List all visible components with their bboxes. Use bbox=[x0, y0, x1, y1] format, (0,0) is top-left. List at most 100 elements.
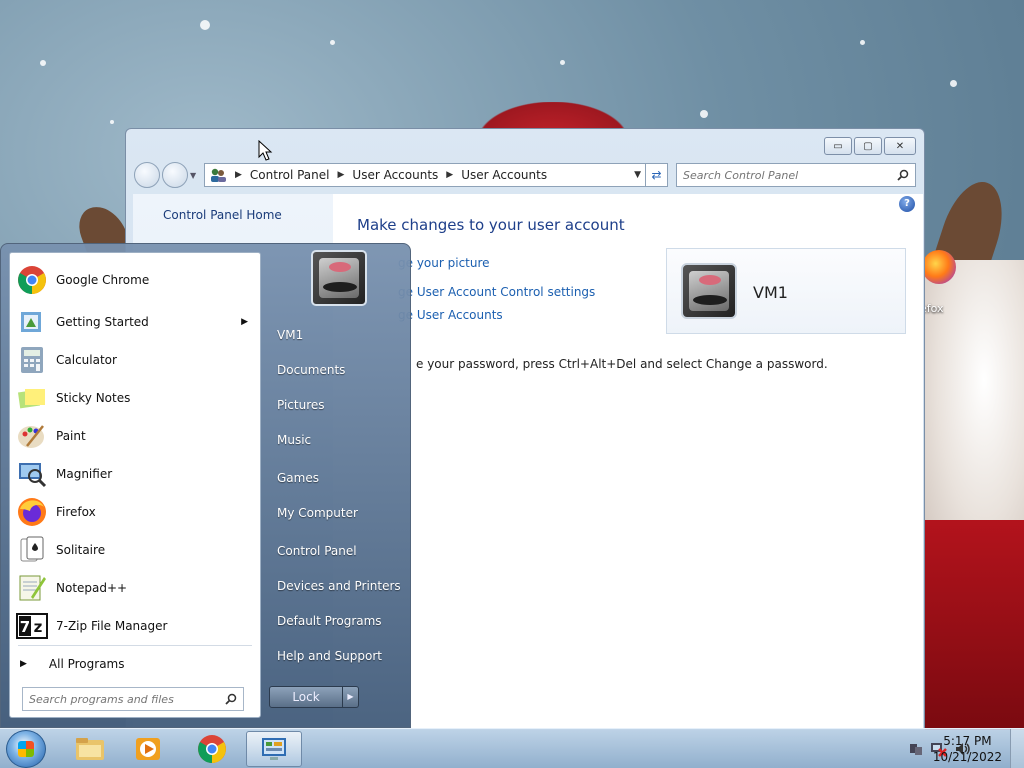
places-devices-printers[interactable]: Devices and Printers bbox=[277, 579, 401, 593]
program-google-chrome[interactable]: Google Chrome bbox=[12, 261, 258, 299]
taskbar-control-panel[interactable] bbox=[246, 731, 302, 767]
search-icon[interactable] bbox=[225, 693, 237, 705]
page-title: Make changes to your user account bbox=[357, 216, 625, 234]
firefox-desktop-icon[interactable] bbox=[922, 250, 956, 284]
control-panel-icon bbox=[262, 738, 286, 760]
program-solitaire[interactable]: Solitaire bbox=[12, 531, 258, 569]
user-avatar[interactable] bbox=[311, 250, 367, 306]
program-label: 7-Zip File Manager bbox=[56, 619, 168, 633]
program-paint[interactable]: Paint bbox=[12, 417, 258, 455]
program-label: Firefox bbox=[56, 505, 96, 519]
folder-icon bbox=[76, 738, 104, 760]
shutdown-options-arrow-icon[interactable]: ▶ bbox=[343, 686, 359, 708]
svg-text:7: 7 bbox=[20, 618, 30, 636]
action-center-icon[interactable] bbox=[908, 741, 924, 757]
lock-button[interactable]: Lock bbox=[269, 686, 343, 708]
program-magnifier[interactable]: Magnifier bbox=[12, 455, 258, 493]
breadcrumb-user-accounts-current[interactable]: User Accounts bbox=[461, 168, 547, 182]
getting-started-icon bbox=[16, 306, 48, 338]
firefox-icon bbox=[16, 496, 48, 528]
start-button[interactable] bbox=[6, 730, 46, 768]
search-box[interactable] bbox=[676, 163, 916, 187]
program-label: Paint bbox=[56, 429, 86, 443]
taskbar-media-player[interactable] bbox=[120, 731, 176, 767]
forward-button[interactable] bbox=[162, 162, 188, 188]
7zip-icon: 7z bbox=[16, 610, 48, 642]
chrome-icon bbox=[198, 735, 226, 763]
all-programs-arrow-icon: ▶ bbox=[20, 659, 27, 669]
clock-time: 5:17 PM bbox=[943, 734, 992, 748]
breadcrumb-separator[interactable]: ▶ bbox=[338, 170, 345, 180]
program-label: Sticky Notes bbox=[56, 391, 131, 405]
uac-settings-link[interactable]: ge User Account Control settings bbox=[398, 285, 595, 299]
places-games[interactable]: Games bbox=[277, 471, 319, 485]
program-label: Solitaire bbox=[56, 543, 106, 557]
submenu-arrow-icon[interactable]: ▶ bbox=[241, 317, 248, 327]
start-search-box[interactable] bbox=[22, 687, 244, 711]
user-card: VM1 bbox=[666, 248, 906, 334]
search-icon[interactable] bbox=[897, 169, 909, 181]
show-desktop-button[interactable] bbox=[1010, 729, 1024, 768]
magnifier-icon bbox=[16, 458, 48, 490]
breadcrumb-user-accounts[interactable]: User Accounts bbox=[352, 168, 438, 182]
caption-buttons: ▭ ▢ ✕ bbox=[824, 137, 916, 155]
places-help-support[interactable]: Help and Support bbox=[277, 649, 382, 663]
places-default-programs[interactable]: Default Programs bbox=[277, 614, 382, 628]
maximize-button[interactable]: ▢ bbox=[854, 137, 882, 155]
breadcrumb-separator: ▶ bbox=[235, 170, 242, 180]
recent-pages-dropdown[interactable]: ▼ bbox=[190, 171, 200, 180]
password-note: e your password, press Ctrl+Alt+Del and … bbox=[416, 357, 828, 371]
address-dropdown-icon[interactable]: ▼ bbox=[634, 170, 641, 180]
all-programs-button[interactable]: ▶ All Programs bbox=[20, 657, 125, 671]
calculator-icon bbox=[16, 344, 48, 376]
program-firefox[interactable]: Firefox bbox=[12, 493, 258, 531]
navigation-bar: ▼ ▶ Control Panel ▶ User Accounts ▶ User… bbox=[134, 161, 916, 189]
address-bar[interactable]: ▶ Control Panel ▶ User Accounts ▶ User A… bbox=[204, 163, 646, 187]
paint-icon bbox=[16, 420, 48, 452]
places-user-folder[interactable]: VM1 bbox=[277, 328, 303, 342]
places-my-computer[interactable]: My Computer bbox=[277, 506, 358, 520]
program-label: Calculator bbox=[56, 353, 117, 367]
program-sticky-notes[interactable]: Sticky Notes bbox=[12, 379, 258, 417]
places-music[interactable]: Music bbox=[277, 433, 311, 447]
taskbar-explorer[interactable] bbox=[62, 731, 118, 767]
minimize-button[interactable]: ▭ bbox=[824, 137, 852, 155]
all-programs-label: All Programs bbox=[48, 657, 125, 671]
control-panel-home-link[interactable]: Control Panel Home bbox=[163, 208, 282, 222]
user-accounts-icon bbox=[211, 168, 226, 182]
places-pictures[interactable]: Pictures bbox=[277, 398, 325, 412]
program-calculator[interactable]: Calculator bbox=[12, 341, 258, 379]
manage-user-accounts-link[interactable]: ge User Accounts bbox=[398, 308, 503, 322]
media-player-icon bbox=[136, 738, 160, 760]
places-pane: VM1 Documents Pictures Music Games My Co… bbox=[263, 244, 411, 729]
program-7zip[interactable]: 7z 7-Zip File Manager bbox=[12, 607, 258, 645]
chrome-icon bbox=[16, 264, 48, 296]
user-picture bbox=[681, 263, 737, 319]
back-button[interactable] bbox=[134, 162, 160, 188]
close-button[interactable]: ✕ bbox=[884, 137, 916, 155]
program-notepadpp[interactable]: Notepad++ bbox=[12, 569, 258, 607]
sticky-notes-icon bbox=[16, 382, 48, 414]
program-getting-started[interactable]: Getting Started ▶ bbox=[12, 303, 258, 341]
search-input[interactable] bbox=[683, 168, 897, 182]
mouse-cursor-icon bbox=[258, 140, 273, 161]
program-label: Google Chrome bbox=[56, 273, 150, 287]
svg-text:z: z bbox=[34, 618, 43, 636]
solitaire-icon bbox=[16, 534, 48, 566]
taskbar-chrome[interactable] bbox=[184, 731, 240, 767]
help-icon[interactable]: ? bbox=[899, 196, 915, 212]
programs-pane: Google Chrome Getting Started ▶ Calculat… bbox=[9, 252, 261, 718]
program-label: Getting Started bbox=[56, 315, 149, 329]
clock[interactable]: 5:17 PM 10/21/2022 bbox=[933, 733, 1002, 765]
user-name: VM1 bbox=[753, 283, 788, 302]
program-label: Notepad++ bbox=[56, 581, 128, 595]
notepadpp-icon bbox=[16, 572, 48, 604]
breadcrumb-separator[interactable]: ▶ bbox=[446, 170, 453, 180]
start-search-input[interactable] bbox=[29, 692, 225, 706]
refresh-button[interactable]: ⇄ bbox=[646, 163, 668, 187]
breadcrumb-control-panel[interactable]: Control Panel bbox=[250, 168, 330, 182]
places-control-panel[interactable]: Control Panel bbox=[277, 544, 357, 558]
change-picture-link[interactable]: ge your picture bbox=[398, 256, 490, 270]
places-documents[interactable]: Documents bbox=[277, 363, 345, 377]
programs-divider bbox=[18, 645, 252, 646]
